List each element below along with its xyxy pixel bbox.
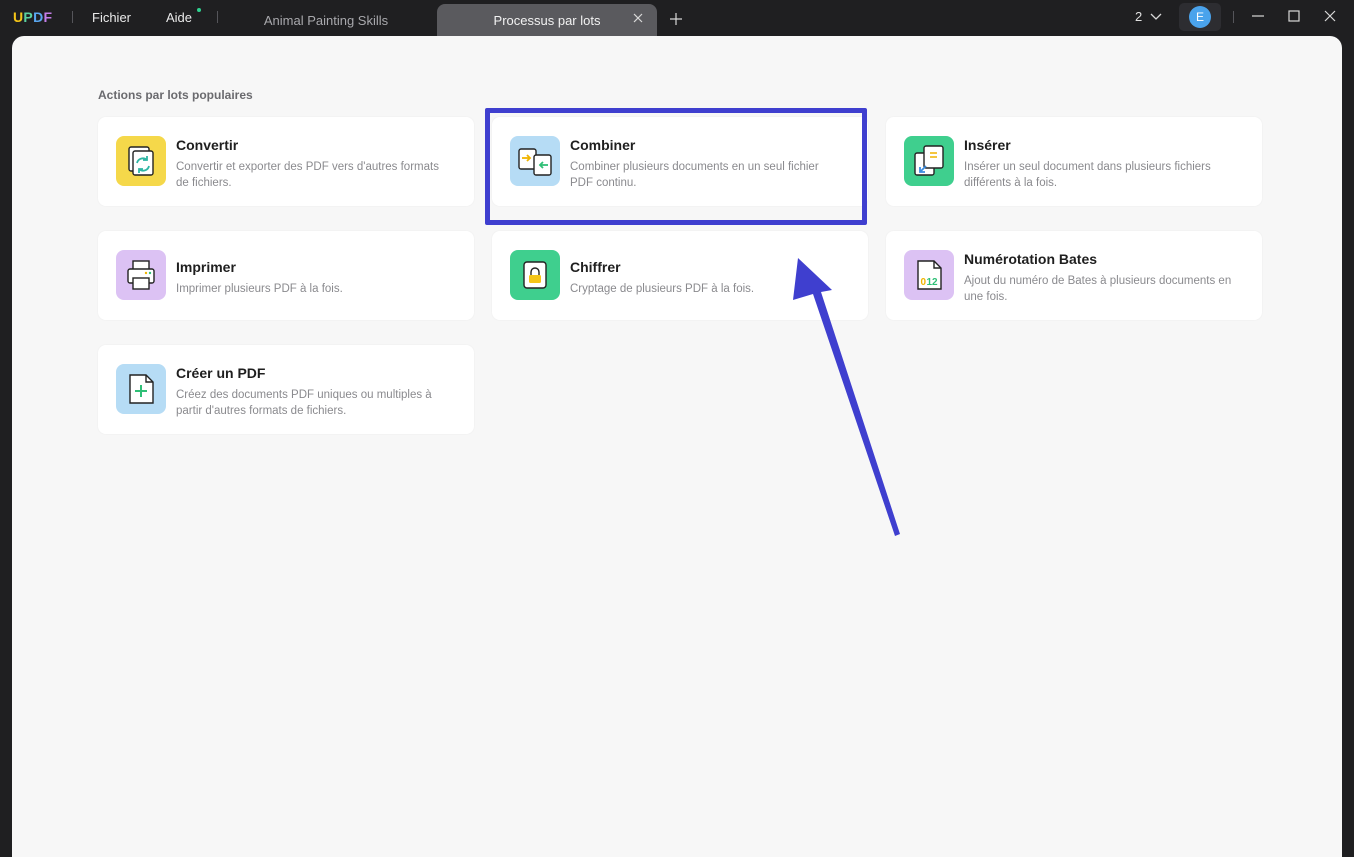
annotation-arrow-icon [793, 258, 900, 536]
convert-icon [116, 136, 166, 186]
action-card-insert[interactable]: Insérer Insérer un seul document dans pl… [886, 117, 1262, 206]
action-title: Imprimer [176, 259, 236, 275]
action-title: Insérer [964, 137, 1011, 153]
chevron-down-icon[interactable] [1150, 11, 1162, 21]
action-description: Imprimer plusieurs PDF à la fois. [176, 283, 343, 295]
divider [217, 11, 218, 23]
action-card-create-pdf[interactable]: Créer un PDF Créez des documents PDF uni… [98, 345, 474, 434]
divider [72, 11, 73, 23]
section-title: Actions par lots populaires [98, 88, 253, 102]
insert-icon [904, 136, 954, 186]
lock-icon [510, 250, 560, 300]
action-description: Insérer un seul document dans plusieurs … [964, 161, 1211, 189]
menu-file[interactable]: Fichier [92, 10, 131, 25]
action-title: Chiffrer [570, 259, 621, 275]
highlight-box [485, 108, 867, 225]
bates-icon: 0 12 [904, 250, 954, 300]
maximize-icon[interactable] [1287, 9, 1301, 23]
updf-logo[interactable]: UPDF [13, 9, 52, 25]
plus-icon[interactable] [669, 12, 683, 26]
action-title: Créer un PDF [176, 365, 266, 381]
close-window-icon[interactable] [1323, 9, 1337, 23]
action-card-convert[interactable]: Convertir Convertir et exporter des PDF … [98, 117, 474, 206]
action-title: Numérotation Bates [964, 251, 1098, 267]
menu-help[interactable]: Aide [166, 10, 192, 25]
tab-label: Animal Painting Skills [263, 12, 389, 28]
svg-text:12: 12 [927, 277, 939, 288]
tab-batch-process[interactable]: Processus par lots [437, 4, 657, 36]
action-description: Créez des documents PDF uniques ou multi… [176, 389, 432, 417]
tab-label: Processus par lots [493, 12, 601, 28]
action-description: Convertir et exporter des PDF vers d'aut… [176, 161, 439, 189]
tab-animal-painting-skills[interactable]: Animal Painting Skills [226, 4, 426, 36]
action-title: Convertir [176, 137, 239, 153]
create-pdf-icon [116, 364, 166, 414]
close-icon[interactable] [632, 12, 644, 24]
action-card-bates[interactable]: 0 12 Numérotation Bates Ajout du numéro … [886, 231, 1262, 320]
window-counter[interactable]: 2 [1135, 9, 1142, 24]
print-icon [116, 250, 166, 300]
divider [1233, 11, 1234, 23]
action-description: Ajout du numéro de Bates à plusieurs doc… [964, 275, 1232, 303]
avatar[interactable]: E [1189, 6, 1211, 28]
notification-dot [197, 8, 201, 12]
title-bar: UPDF Fichier Aide Animal Painting Skills… [0, 0, 1354, 36]
action-card-print[interactable]: Imprimer Imprimer plusieurs PDF à la foi… [98, 231, 474, 320]
minimize-icon[interactable] [1251, 9, 1265, 23]
